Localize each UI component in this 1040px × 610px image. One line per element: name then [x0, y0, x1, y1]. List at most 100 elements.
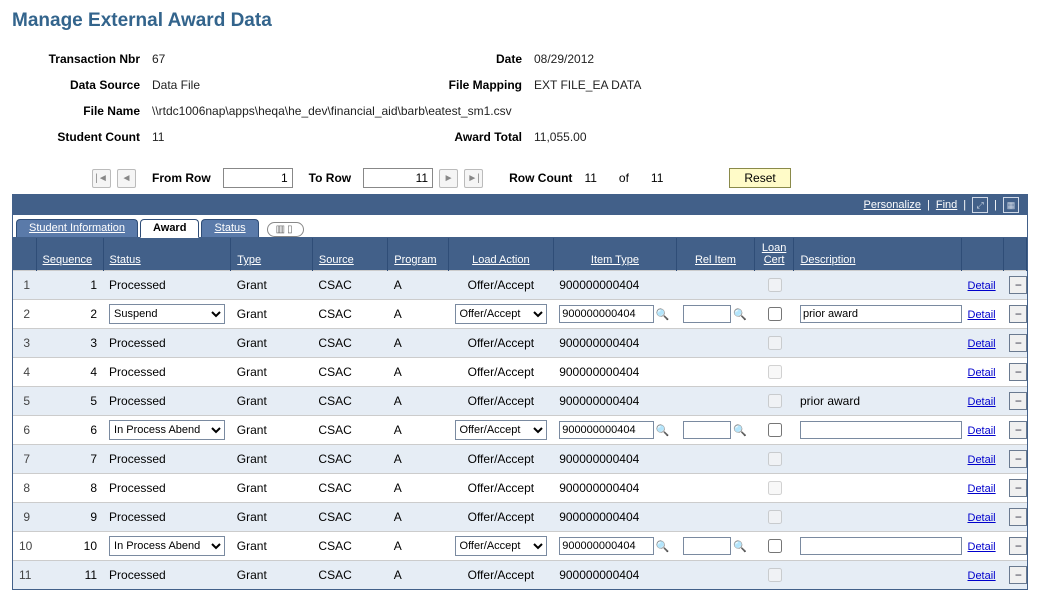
load-action-select[interactable]: Offer/Accept [455, 420, 548, 440]
table-row: 66ProcessedSuspendIn Process AbendGrantC… [13, 416, 1027, 445]
cell-program: A [388, 358, 449, 387]
first-page-icon[interactable]: |◄ [92, 169, 111, 188]
cell-type: Grant [231, 300, 313, 329]
grid-tabs: Student Information Award Status ▥▯ [13, 215, 1027, 238]
cell-detail: Detail [962, 271, 1004, 300]
load-action-select[interactable]: Offer/Accept [455, 304, 548, 324]
value-data-source: Data File [152, 78, 302, 92]
delete-row-button[interactable]: − [1009, 363, 1026, 381]
col-program[interactable]: Program [388, 238, 449, 271]
description-input[interactable] [800, 421, 962, 439]
cell-detail: Detail [962, 300, 1004, 329]
delete-row-button[interactable]: − [1009, 566, 1026, 584]
to-row-input[interactable] [363, 168, 433, 188]
cell-delete: − [1003, 416, 1026, 445]
detail-link[interactable]: Detail [968, 483, 996, 495]
detail-link[interactable]: Detail [968, 367, 996, 379]
detail-link[interactable]: Detail [968, 512, 996, 524]
cell-program: A [388, 300, 449, 329]
detail-link[interactable]: Detail [968, 338, 996, 350]
col-loan-cert[interactable]: Loan Cert [754, 238, 794, 271]
cell-status: Processed [103, 561, 231, 590]
col-type[interactable]: Type [231, 238, 313, 271]
col-item-type[interactable]: Item Type [553, 238, 677, 271]
status-select[interactable]: ProcessedSuspendIn Process Abend [109, 536, 225, 556]
loan-cert-checkbox[interactable] [768, 423, 782, 437]
download-icon[interactable]: ▦ [1003, 197, 1019, 213]
delete-row-button[interactable]: − [1009, 421, 1026, 439]
lookup-icon[interactable]: 🔍 [732, 306, 748, 322]
tab-award[interactable]: Award [140, 219, 199, 238]
cell-rownum: 8 [13, 474, 36, 503]
delete-row-button[interactable]: − [1009, 334, 1026, 352]
detail-link[interactable]: Detail [968, 541, 996, 553]
item-type-input[interactable] [559, 305, 654, 323]
loan-cert-checkbox[interactable] [768, 539, 782, 553]
cell-source: CSAC [312, 416, 387, 445]
detail-link[interactable]: Detail [968, 570, 996, 582]
prev-page-icon[interactable]: ◄ [117, 169, 136, 188]
cell-item-type: 900000000404 [553, 503, 677, 532]
zoom-icon[interactable]: ⤢ [972, 197, 988, 213]
delete-row-button[interactable]: − [1009, 537, 1026, 555]
cell-rel-item [677, 503, 754, 532]
lookup-icon[interactable]: 🔍 [732, 538, 748, 554]
col-status[interactable]: Status [103, 238, 231, 271]
reset-button[interactable]: Reset [729, 168, 790, 188]
tab-student-information[interactable]: Student Information [16, 219, 138, 237]
cell-load-action: Offer/Accept [449, 271, 554, 300]
last-page-icon[interactable]: ►| [464, 169, 483, 188]
cell-sequence: 10 [36, 532, 103, 561]
cell-rel-item [677, 271, 754, 300]
tab-status[interactable]: Status [201, 219, 258, 237]
description-input[interactable] [800, 305, 962, 323]
cell-detail: Detail [962, 532, 1004, 561]
status-select[interactable]: ProcessedSuspendIn Process Abend [109, 304, 225, 324]
cell-loan-cert [754, 561, 794, 590]
lookup-icon[interactable]: 🔍 [655, 422, 671, 438]
lookup-icon[interactable]: 🔍 [655, 538, 671, 554]
col-load-action[interactable]: Load Action [449, 238, 554, 271]
cell-program: A [388, 561, 449, 590]
cell-rel-item [677, 561, 754, 590]
loan-cert-checkbox[interactable] [768, 307, 782, 321]
detail-link[interactable]: Detail [968, 454, 996, 466]
show-all-columns-icon[interactable]: ▥▯ [267, 222, 304, 237]
status-select[interactable]: ProcessedSuspendIn Process Abend [109, 420, 225, 440]
detail-link[interactable]: Detail [968, 425, 996, 437]
item-type-input[interactable] [559, 421, 654, 439]
detail-link[interactable]: Detail [968, 396, 996, 408]
col-sequence[interactable]: Sequence [36, 238, 103, 271]
rel-item-input[interactable] [683, 421, 731, 439]
delete-row-button[interactable]: − [1009, 305, 1026, 323]
find-link[interactable]: Find [936, 199, 957, 211]
lookup-icon[interactable]: 🔍 [732, 422, 748, 438]
label-to-row: To Row [309, 171, 351, 185]
delete-row-button[interactable]: − [1009, 450, 1026, 468]
item-type-input[interactable] [559, 537, 654, 555]
from-row-input[interactable] [223, 168, 293, 188]
next-page-icon[interactable]: ► [439, 169, 458, 188]
delete-row-button[interactable]: − [1009, 276, 1026, 294]
rel-item-input[interactable] [683, 305, 731, 323]
detail-link[interactable]: Detail [968, 280, 996, 292]
lookup-icon[interactable]: 🔍 [655, 306, 671, 322]
cell-load-action: Offer/Accept [449, 532, 554, 561]
cell-sequence: 7 [36, 445, 103, 474]
cell-rownum: 1 [13, 271, 36, 300]
personalize-link[interactable]: Personalize [864, 199, 921, 211]
delete-row-button[interactable]: − [1009, 479, 1026, 497]
delete-row-button[interactable]: − [1009, 508, 1026, 526]
cell-delete: − [1003, 271, 1026, 300]
cell-type: Grant [231, 503, 313, 532]
load-action-select[interactable]: Offer/Accept [455, 536, 548, 556]
rel-item-input[interactable] [683, 537, 731, 555]
col-source[interactable]: Source [312, 238, 387, 271]
cell-detail: Detail [962, 416, 1004, 445]
description-input[interactable] [800, 537, 962, 555]
col-rel-item[interactable]: Rel Item [677, 238, 754, 271]
col-description[interactable]: Description [794, 238, 962, 271]
cell-item-type: 900000000404 [553, 329, 677, 358]
delete-row-button[interactable]: − [1009, 392, 1026, 410]
detail-link[interactable]: Detail [968, 309, 996, 321]
